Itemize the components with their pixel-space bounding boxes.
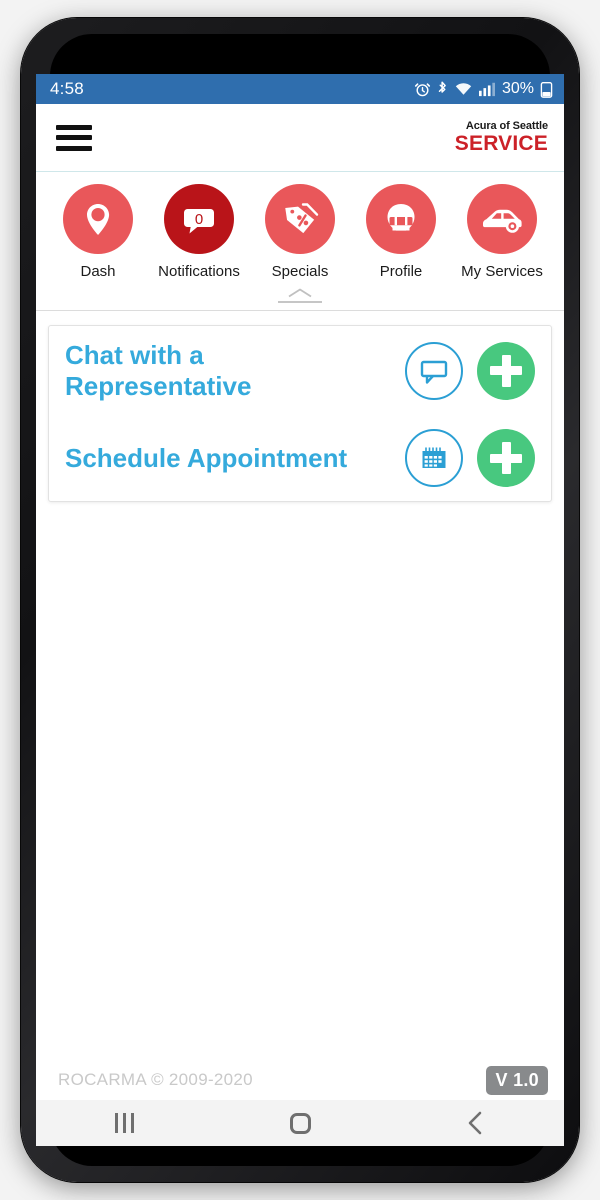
nav-item-label: Specials bbox=[271, 263, 329, 280]
copyright-label: ROCARMA © 2009-2020 bbox=[58, 1070, 253, 1089]
location-pin-icon bbox=[87, 204, 110, 235]
speech-bubble-icon: 0 bbox=[184, 209, 214, 234]
nav-item-label: Notifications bbox=[158, 263, 240, 280]
home-icon bbox=[289, 1112, 311, 1134]
handle-bar bbox=[278, 300, 322, 303]
status-bar: 4:58 30% bbox=[36, 74, 564, 104]
action-title: Chat with a Representative bbox=[65, 340, 252, 401]
brand-logo: Acura of Seattle SERVICE bbox=[454, 120, 548, 155]
hamburger-bar bbox=[56, 135, 92, 140]
nav-item-notifications[interactable]: 0 Notifications bbox=[151, 184, 247, 280]
helmet-icon bbox=[387, 204, 415, 231]
alarm-icon bbox=[414, 82, 431, 96]
quick-nav-row: Dash 0 Notifications Specials Profile My… bbox=[36, 184, 564, 280]
app-screen: 4:58 30% Acura of Seattle SERVICE Dash 0… bbox=[36, 74, 564, 1146]
action-row-chat[interactable]: Chat with a Representative bbox=[49, 326, 551, 415]
recents-icon bbox=[114, 1113, 134, 1133]
nav-item-profile[interactable]: Profile bbox=[353, 184, 449, 280]
brand-service-label: SERVICE bbox=[454, 132, 548, 155]
calendar-icon[interactable] bbox=[405, 429, 463, 488]
recents-button[interactable] bbox=[79, 1100, 169, 1146]
screenshot-root: 4:58 30% Acura of Seattle SERVICE Dash 0… bbox=[0, 0, 600, 1200]
car-icon bbox=[483, 209, 522, 233]
wifi-icon bbox=[455, 83, 473, 95]
nav-icon-circle bbox=[467, 184, 537, 254]
collapse-panel-handle[interactable] bbox=[36, 280, 564, 310]
brand-dealership-name: Acura of Seattle bbox=[465, 120, 548, 132]
status-icon-group: 30% bbox=[414, 80, 554, 98]
nav-item-dash[interactable]: Dash bbox=[50, 184, 146, 280]
action-row-schedule[interactable]: Schedule Appointment bbox=[49, 415, 551, 501]
hamburger-bar bbox=[56, 124, 92, 130]
bluetooth-icon bbox=[438, 81, 446, 93]
plus-icon bbox=[490, 354, 522, 387]
hamburger-menu-icon[interactable] bbox=[56, 124, 92, 151]
hamburger-bar bbox=[56, 145, 92, 151]
cellular-signal-icon bbox=[478, 82, 495, 97]
nav-icon-circle bbox=[265, 184, 335, 254]
plus-icon bbox=[490, 442, 522, 475]
actions-card: Chat with a Representative Schedule Appo… bbox=[48, 325, 552, 503]
footer: ROCARMA © 2009-2020 V 1.0 bbox=[36, 1060, 564, 1100]
nav-item-label: Profile bbox=[379, 263, 423, 280]
nav-icon-circle bbox=[366, 184, 436, 254]
nav-item-specials[interactable]: Specials bbox=[252, 184, 348, 280]
back-button[interactable] bbox=[431, 1100, 521, 1146]
action-title: Schedule Appointment bbox=[65, 443, 348, 473]
add-appointment-button[interactable] bbox=[477, 429, 535, 488]
nav-icon-circle: 0 bbox=[164, 184, 234, 254]
add-chat-button[interactable] bbox=[477, 341, 535, 400]
battery-percent-label: 30% bbox=[501, 80, 534, 97]
nav-item-label: Dash bbox=[80, 263, 116, 280]
nav-item-my-services[interactable]: My Services bbox=[454, 184, 550, 280]
nav-icon-circle bbox=[63, 184, 133, 254]
chat-bubble-icon[interactable] bbox=[405, 341, 463, 400]
back-icon bbox=[468, 1111, 482, 1135]
status-time: 4:58 bbox=[50, 79, 84, 98]
chevron-up-icon bbox=[288, 288, 312, 297]
app-header: Acura of Seattle SERVICE bbox=[36, 104, 564, 172]
version-badge: V 1.0 bbox=[486, 1065, 548, 1095]
battery-icon bbox=[540, 81, 553, 98]
system-navigation-bar bbox=[36, 1100, 564, 1146]
price-tag-percent-icon bbox=[285, 203, 319, 234]
nav-item-label: My Services bbox=[461, 263, 543, 280]
home-button[interactable] bbox=[255, 1100, 345, 1146]
notification-badge-count: 0 bbox=[195, 211, 203, 228]
quick-nav-section: Dash 0 Notifications Specials Profile My… bbox=[36, 172, 564, 311]
